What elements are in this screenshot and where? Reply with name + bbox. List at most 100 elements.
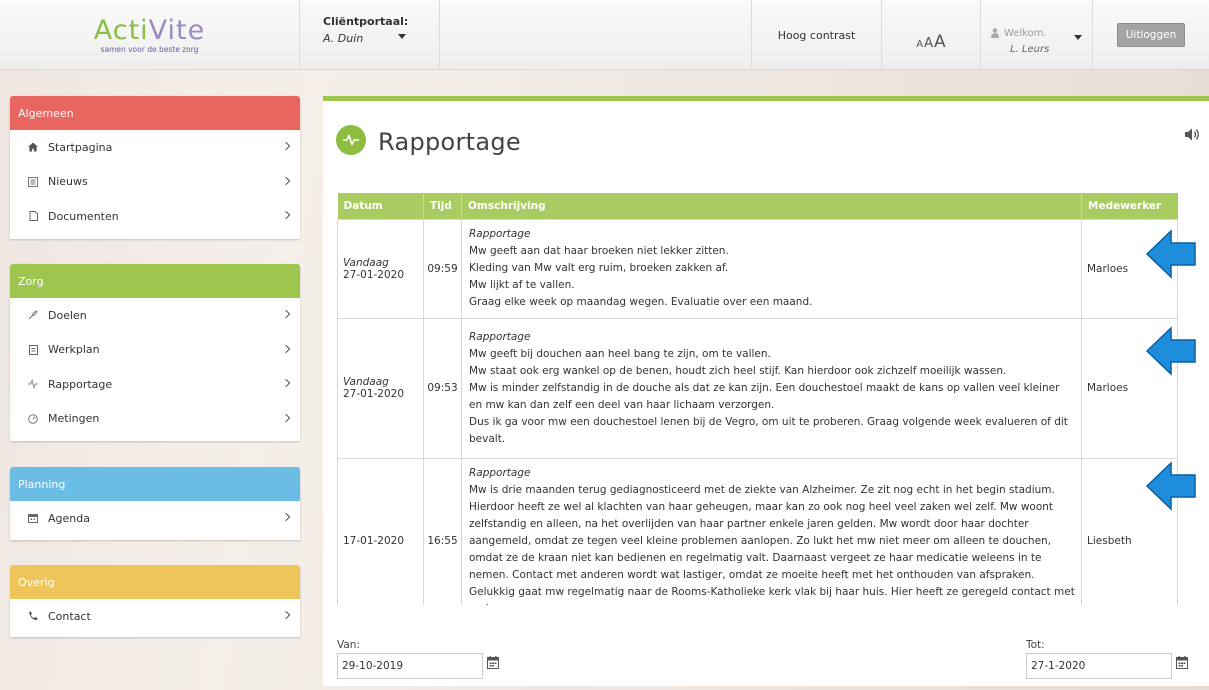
pulse-icon [336,125,366,155]
chevron-down-icon [1074,35,1082,40]
date-day: Vandaag [343,256,389,269]
logo-wordmark: ActiVite [93,14,206,46]
logout-area: Uitloggen [1092,0,1209,70]
chevron-right-icon [281,610,291,620]
cell-time: 09:59 [423,218,462,319]
description-line: Mw lijkt af te vallen. [469,279,575,291]
cell-description: Rapportage Mw geeft bij douchen aan heel… [461,317,1082,459]
text-size-medium[interactable]: A [924,36,933,51]
column-header-datum[interactable]: Datum [337,193,424,219]
chevron-right-icon [281,378,291,388]
sidebar-section-title: Zorg [10,264,300,298]
report-table: Datum Tijd Omschrijving Medewerker Vanda… [337,193,1178,605]
table-row[interactable]: Vandaag 27-01-2020 09:53 Rapportage Mw g… [337,317,1178,459]
sidebar-section-title: Overig [10,565,300,599]
calendar-icon[interactable] [1176,656,1188,669]
sidebar-section-algemeen: Algemeen Startpagina Nieuws Documenten [10,96,300,239]
sidebar-item-label: Startpagina [48,140,113,154]
gauge-icon [28,413,38,424]
cell-description: Rapportage Mw geeft aan dat haar broeken… [461,218,1082,319]
logo-tagline: samen voor de beste zorg [100,44,199,54]
main-panel: Rapportage Datum Tijd Omschrijving Medew… [323,96,1209,686]
sidebar-item-label: Documenten [48,209,119,223]
date-from-input[interactable]: 29-10-2019 [337,653,483,679]
logo[interactable]: ActiVite samen voor de beste zorg [0,0,300,70]
document-icon [28,211,38,222]
calendar-icon [28,513,38,524]
chevron-down-icon [398,34,406,39]
home-icon [28,142,38,152]
sidebar-item-nieuws[interactable]: Nieuws [10,165,300,200]
chevron-right-icon [281,413,291,422]
date-from-label: Van: [337,639,360,651]
logout-button[interactable]: Uitloggen [1117,23,1185,47]
sidebar-item-agenda[interactable]: Agenda [10,501,300,536]
sidebar-section-title: Algemeen [10,96,300,130]
date-day: Vandaag [343,376,389,388]
sidebar-section-planning: Planning Agenda [10,467,300,540]
sidebar-item-label: Werkplan [48,343,100,357]
sidebar-item-doelen[interactable]: Doelen [10,298,300,333]
arrow-left-icon [1145,326,1196,376]
chevron-right-icon [281,309,291,319]
sidebar-section-title: Planning [10,467,300,501]
calendar-icon[interactable] [487,656,499,669]
sidebar-item-rapportage[interactable]: Rapportage [10,367,300,402]
cell-date: 17-01-2020 [337,457,424,605]
arrow-left-icon [1145,461,1196,511]
sidebar-section-zorg: Zorg Doelen Werkplan Rapportage Metingen [10,264,300,441]
date-to-input[interactable]: 27-1-2020 [1026,653,1172,679]
description-line: Mw geeft bij douchen aan heel bang te zi… [469,347,771,360]
description-line: Dus ik ga voor mw een douchestoel lenen … [469,415,1068,445]
workplan-icon [28,344,38,355]
description-line: Graag elke week op maandag wegen. Evalua… [469,296,813,308]
description-subject: Rapportage [469,228,531,240]
description-line: Mw staat ook erg wankel op de benen, hou… [469,364,1007,377]
text-size-large[interactable]: A [934,32,946,52]
top-bar: ActiVite samen voor de beste zorg Cliënt… [0,0,1209,70]
table-row[interactable]: 17-01-2020 16:55 Rapportage Mw is drie m… [337,457,1178,606]
user-icon [991,28,999,38]
sidebar-item-label: Contact [48,609,91,623]
description-line: Mw is drie maanden terug gediagnosticeer… [469,483,1075,606]
sidebar-item-label: Doelen [48,308,87,322]
chevron-right-icon [281,176,291,185]
date-value: 27-01-2020 [343,388,405,400]
column-header-medewerker[interactable]: Medewerker [1081,193,1178,219]
page-title: Rapportage [378,128,521,156]
column-header-omschrijving[interactable]: Omschrijving [461,193,1082,219]
description-line: Mw geeft aan dat haar broeken niet lekke… [469,245,729,257]
user-name: L. Leurs [1010,44,1050,55]
column-header-tijd[interactable]: Tijd [423,193,462,219]
sidebar-item-metingen[interactable]: Metingen [10,402,300,437]
description-subject: Rapportage [469,330,531,343]
welcome-text: Welkom. [1004,28,1047,39]
text-size-small[interactable]: A [916,39,923,50]
table-row[interactable]: Vandaag 27-01-2020 09:59 Rapportage Mw g… [337,218,1178,319]
cell-date: Vandaag 27-01-2020 [337,317,424,459]
sidebar-item-documenten[interactable]: Documenten [10,199,300,234]
chevron-right-icon [281,344,291,353]
date-to-label: Tot: [1026,639,1045,651]
user-menu[interactable]: Welkom. L. Leurs [980,0,1092,70]
chevron-right-icon [281,141,291,151]
date-value: 17-01-2020 [343,535,405,547]
report-table-scroll[interactable]: Datum Tijd Omschrijving Medewerker Vanda… [337,193,1197,605]
goals-icon [28,310,38,320]
high-contrast-toggle[interactable]: Hoog contrast [751,0,881,70]
arrow-left-icon [1145,229,1196,279]
phone-icon [28,611,38,621]
pulse-icon [28,379,38,390]
sidebar-item-contact[interactable]: Contact [10,599,300,634]
cell-description: Rapportage Mw is drie maanden terug gedi… [461,457,1082,606]
sidebar-item-werkplan[interactable]: Werkplan [10,333,300,368]
client-portal-selector[interactable]: Cliëntportaal: A. Duin [300,0,440,70]
text-size-control: A A A [881,0,980,70]
cell-time: 16:55 [423,457,462,605]
description-line: Kleding van Mw valt erg ruim, broeken za… [469,262,729,274]
description-subject: Rapportage [469,466,531,479]
sidebar-section-overig: Overig Contact [10,565,300,637]
speaker-icon[interactable] [1185,128,1201,144]
sidebar-item-startpagina[interactable]: Startpagina [10,130,300,165]
table-header-row: Datum Tijd Omschrijving Medewerker [337,193,1178,219]
